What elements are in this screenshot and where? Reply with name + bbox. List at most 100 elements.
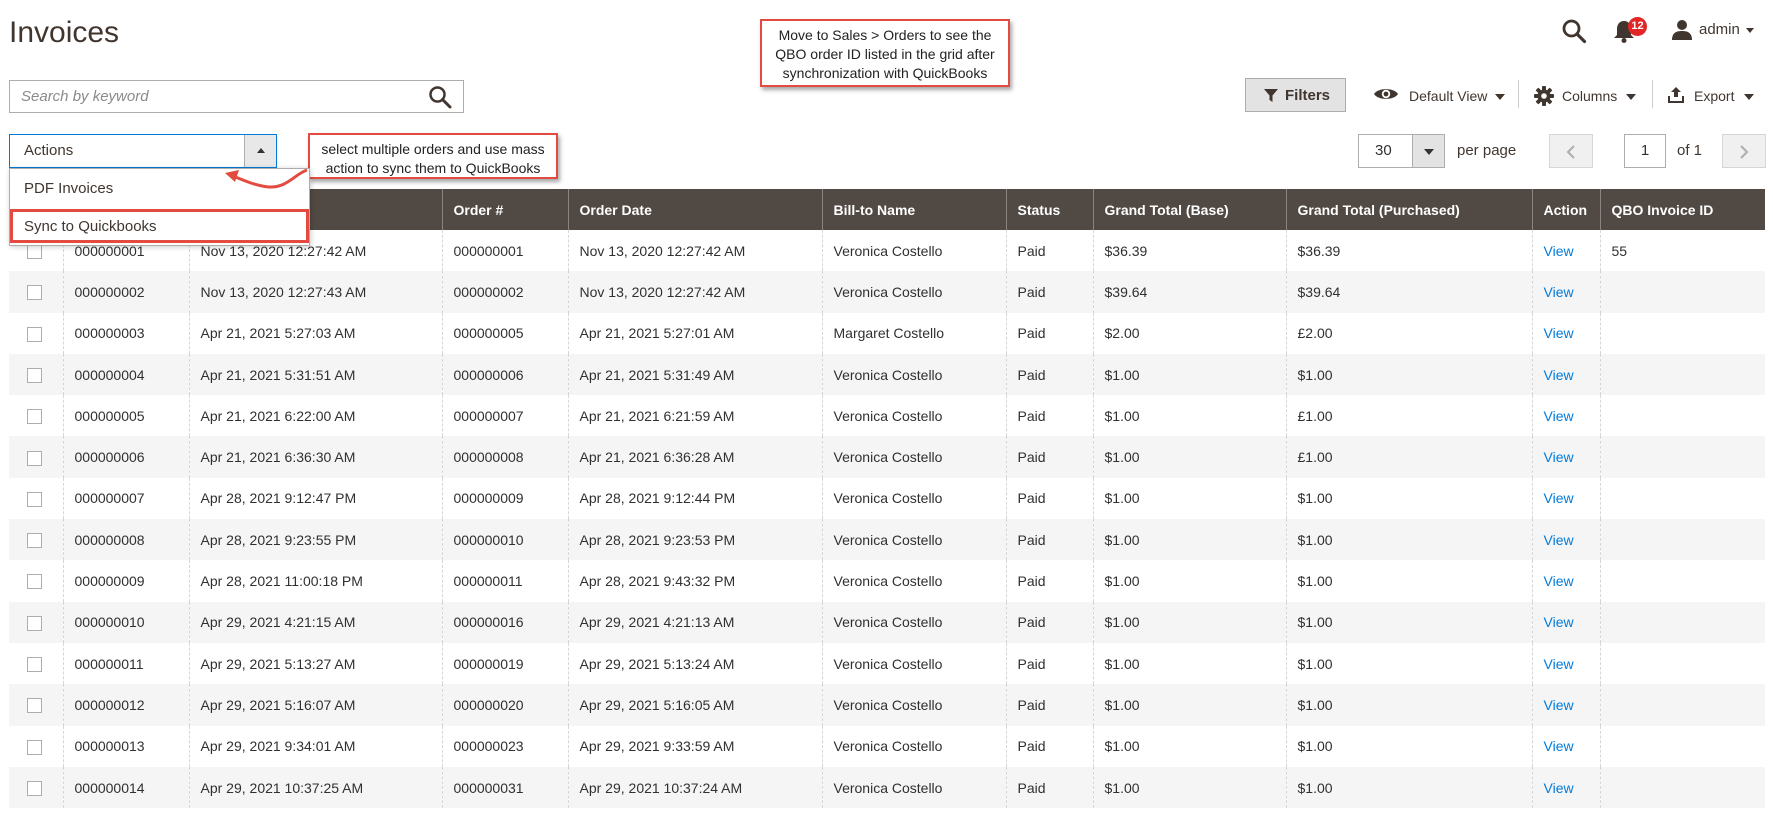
row-checkbox[interactable] bbox=[27, 615, 42, 631]
bill-to-name-cell: Veronica Costello bbox=[821, 395, 1006, 437]
column-header-order-date[interactable]: Order Date bbox=[567, 189, 822, 230]
filters-button[interactable]: Filters bbox=[1245, 78, 1346, 112]
grand-total-purchased-cell: $36.39 bbox=[1285, 230, 1532, 272]
chevron-up-icon bbox=[257, 148, 265, 153]
chevron-down-icon[interactable] bbox=[1744, 94, 1754, 100]
order-date-cell: Nov 13, 2020 12:27:42 AM bbox=[567, 271, 822, 313]
grand-total-purchased-cell: $1.00 bbox=[1285, 766, 1532, 809]
row-checkbox[interactable] bbox=[27, 491, 42, 507]
column-header-order-number[interactable]: Order # bbox=[441, 189, 568, 230]
column-header-bill-to-name[interactable]: Bill-to Name bbox=[821, 189, 1006, 230]
order-number-cell: 000000011 bbox=[441, 560, 568, 602]
invoice-number-cell: 000000008 bbox=[62, 519, 189, 561]
row-select-cell bbox=[9, 313, 63, 354]
qbo-invoice-id-cell bbox=[1599, 560, 1765, 602]
view-link[interactable]: View bbox=[1544, 243, 1574, 259]
table-row[interactable]: 000000002 Nov 13, 2020 12:27:43 AM 0000000… bbox=[9, 271, 1765, 313]
row-select-cell bbox=[9, 601, 63, 643]
page-title: Invoices bbox=[9, 16, 120, 49]
grand-total-purchased-cell: $1.00 bbox=[1285, 725, 1532, 767]
view-switcher[interactable]: Default View bbox=[1373, 82, 1505, 110]
qbo-invoice-id-cell bbox=[1599, 519, 1765, 561]
view-link[interactable]: View bbox=[1544, 325, 1574, 341]
user-icon[interactable] bbox=[1671, 19, 1693, 41]
action-sync-to-quickbooks[interactable]: Sync to Quickbooks bbox=[10, 209, 309, 243]
status-cell: Paid bbox=[1005, 271, 1093, 313]
qbo-invoice-id-cell bbox=[1599, 725, 1765, 767]
per-page-select[interactable]: 30 bbox=[1358, 134, 1445, 168]
table-row[interactable]: 000000012 Apr 29, 2021 5:16:07 AM 00000002… bbox=[9, 684, 1765, 726]
bill-to-name-cell: Veronica Costello bbox=[821, 601, 1006, 643]
row-checkbox[interactable] bbox=[27, 574, 42, 590]
export-icon[interactable] bbox=[1667, 86, 1685, 104]
view-link[interactable]: View bbox=[1544, 367, 1574, 383]
order-number-cell: 000000031 bbox=[441, 766, 568, 809]
row-checkbox[interactable] bbox=[27, 409, 42, 425]
view-link[interactable]: View bbox=[1544, 490, 1574, 506]
row-checkbox[interactable] bbox=[27, 780, 42, 796]
columns-button[interactable]: Columns bbox=[1562, 88, 1617, 104]
grand-total-base-cell: $1.00 bbox=[1092, 519, 1286, 561]
table-row[interactable]: 000000013 Apr 29, 2021 9:34:01 AM 00000002… bbox=[9, 725, 1765, 767]
row-checkbox[interactable] bbox=[27, 285, 42, 301]
grand-total-purchased-cell: $1.00 bbox=[1285, 560, 1532, 602]
action-cell: View bbox=[1531, 312, 1600, 354]
row-checkbox[interactable] bbox=[27, 450, 42, 466]
view-link[interactable]: View bbox=[1544, 697, 1574, 713]
action-cell: View bbox=[1531, 601, 1600, 643]
bill-to-name-cell: Veronica Costello bbox=[821, 560, 1006, 602]
row-checkbox[interactable] bbox=[27, 657, 42, 673]
bill-to-name-cell: Veronica Costello bbox=[821, 725, 1006, 767]
view-link[interactable]: View bbox=[1544, 449, 1574, 465]
table-row[interactable]: 000000004 Apr 21, 2021 5:31:51 AM 00000000… bbox=[9, 353, 1765, 396]
qbo-invoice-id-cell bbox=[1599, 436, 1765, 478]
bill-to-name-cell: Veronica Costello bbox=[821, 642, 1006, 685]
search-icon[interactable] bbox=[428, 85, 452, 109]
row-checkbox[interactable] bbox=[27, 326, 42, 342]
search-icon[interactable] bbox=[1561, 18, 1587, 44]
status-cell: Paid bbox=[1005, 725, 1093, 767]
next-page-button[interactable] bbox=[1722, 134, 1766, 168]
table-row[interactable]: 000000005 Apr 21, 2021 6:22:00 AM 00000000… bbox=[9, 395, 1765, 437]
action-cell: View bbox=[1531, 519, 1600, 561]
table-row[interactable]: 000000003 Apr 21, 2021 5:27:03 AM 00000000… bbox=[9, 312, 1765, 354]
chevron-down-icon[interactable] bbox=[1626, 94, 1636, 100]
column-header-qbo-invoice-id[interactable]: QBO Invoice ID bbox=[1599, 189, 1765, 230]
view-link[interactable]: View bbox=[1544, 614, 1574, 630]
search-input[interactable] bbox=[10, 81, 410, 112]
dropdown-toggle[interactable] bbox=[1412, 135, 1444, 167]
notification-badge[interactable]: 12 bbox=[1628, 17, 1647, 36]
admin-user-menu[interactable]: admin bbox=[1699, 21, 1740, 38]
row-checkbox[interactable] bbox=[27, 244, 42, 260]
table-row[interactable]: 000000007 Apr 28, 2021 9:12:47 PM 00000000… bbox=[9, 477, 1765, 520]
invoice-date-cell: Apr 21, 2021 5:27:03 AM bbox=[188, 312, 442, 354]
view-link[interactable]: View bbox=[1544, 780, 1574, 796]
column-header-status[interactable]: Status bbox=[1005, 189, 1093, 230]
view-link[interactable]: View bbox=[1544, 284, 1574, 300]
page-number-input[interactable]: 1 bbox=[1624, 134, 1666, 168]
action-cell: View bbox=[1531, 684, 1600, 726]
row-checkbox[interactable] bbox=[27, 739, 42, 755]
view-link[interactable]: View bbox=[1544, 573, 1574, 589]
view-link[interactable]: View bbox=[1544, 408, 1574, 424]
row-checkbox[interactable] bbox=[27, 698, 42, 714]
column-header-grand-total-base[interactable]: Grand Total (Base) bbox=[1092, 189, 1286, 230]
table-row[interactable]: 000000011 Apr 29, 2021 5:13:27 AM 00000001… bbox=[9, 642, 1765, 685]
table-row[interactable]: 000000006 Apr 21, 2021 6:36:30 AM 00000000… bbox=[9, 436, 1765, 478]
status-cell: Paid bbox=[1005, 312, 1093, 354]
view-link[interactable]: View bbox=[1544, 532, 1574, 548]
order-number-cell: 000000005 bbox=[441, 312, 568, 354]
chevron-down-icon[interactable] bbox=[1746, 28, 1754, 33]
gear-icon[interactable] bbox=[1534, 86, 1554, 106]
table-row[interactable]: 000000009 Apr 28, 2021 11:00:18 PM 0000000… bbox=[9, 560, 1765, 602]
table-row[interactable]: 000000008 Apr 28, 2021 9:23:55 PM 00000001… bbox=[9, 519, 1765, 561]
row-checkbox[interactable] bbox=[27, 367, 42, 383]
table-row[interactable]: 000000010 Apr 29, 2021 4:21:15 AM 00000001… bbox=[9, 601, 1765, 643]
view-link[interactable]: View bbox=[1544, 656, 1574, 672]
export-button[interactable]: Export bbox=[1694, 88, 1734, 104]
column-header-grand-total-purchased[interactable]: Grand Total (Purchased) bbox=[1285, 189, 1532, 230]
table-row[interactable]: 000000014 Apr 29, 2021 10:37:25 AM 0000000… bbox=[9, 766, 1765, 809]
view-link[interactable]: View bbox=[1544, 738, 1574, 754]
previous-page-button[interactable] bbox=[1549, 134, 1593, 168]
row-checkbox[interactable] bbox=[27, 533, 42, 549]
